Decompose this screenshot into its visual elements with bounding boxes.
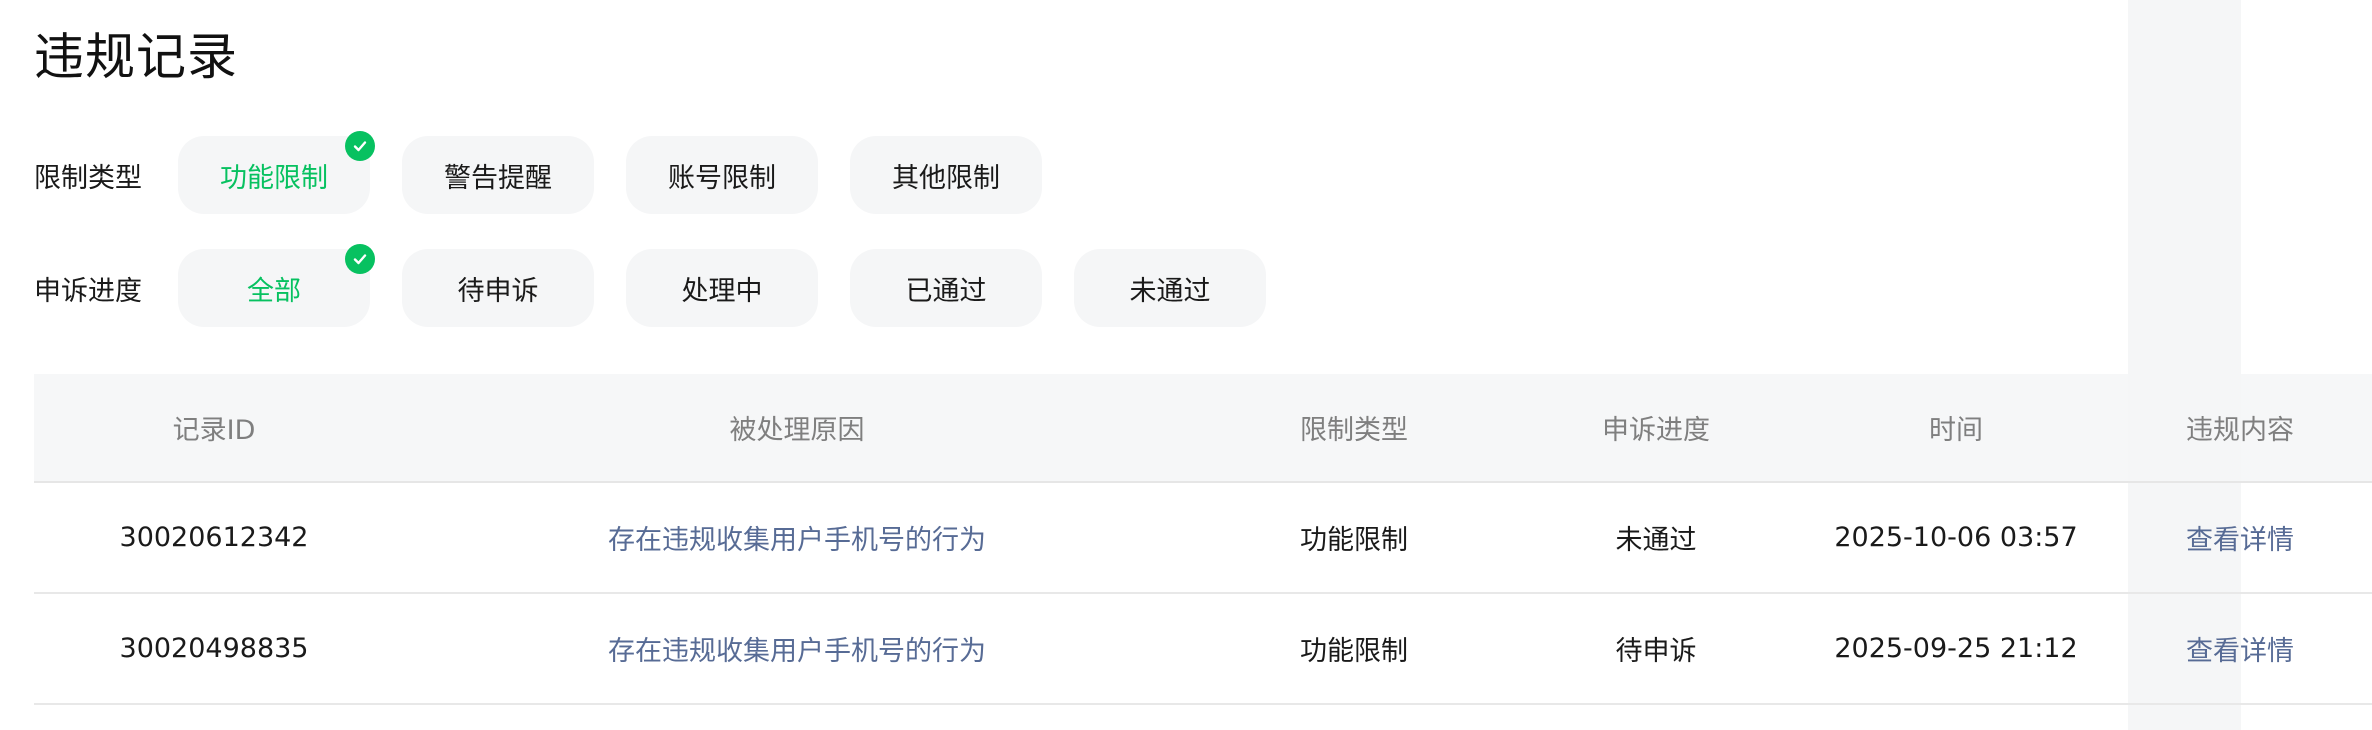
header-appeal-progress: 申诉进度	[1602, 415, 1710, 446]
restriction-type-value: 功能限制	[1300, 525, 1408, 556]
appeal-progress-value: 未通过	[1615, 525, 1697, 556]
record-id: 30020612342	[119, 522, 309, 553]
restriction-type-filter: 限制类型 功能限制 警告提醒 账号限制 其他限制	[34, 131, 1074, 214]
appeal-progress-chip-pending[interactable]: 待申诉	[402, 249, 594, 327]
restriction-type-chip-warning[interactable]: 警告提醒	[402, 136, 594, 214]
restriction-type-chip-function[interactable]: 功能限制	[178, 131, 375, 214]
header-record-id: 记录ID	[172, 415, 256, 446]
record-id: 30020498835	[119, 633, 309, 664]
check-icon	[345, 244, 375, 274]
table-row: 30020498835 存在违规收集用户手机号的行为 功能限制 待申诉 2025…	[34, 594, 2372, 705]
header-violation-content: 违规内容	[2186, 415, 2294, 446]
restriction-type-value: 功能限制	[1300, 636, 1408, 667]
chip-label: 待申诉	[457, 275, 539, 307]
violation-records-page: 违规记录 限制类型 功能限制 警告提醒 账号限制 其他限制 申诉进度 全部 待申…	[0, 0, 2372, 730]
chip-label: 警告提醒	[444, 162, 552, 194]
chip-label: 已通过	[905, 275, 987, 307]
appeal-progress-chip-rejected[interactable]: 未通过	[1074, 249, 1266, 327]
header-time: 时间	[1929, 415, 1983, 446]
appeal-progress-filter: 申诉进度 全部 待申诉 处理中 已通过 未通过	[34, 244, 1298, 327]
restriction-type-chip-account[interactable]: 账号限制	[626, 136, 818, 214]
reason-link[interactable]: 存在违规收集用户手机号的行为	[394, 518, 1200, 557]
chip-label: 全部	[247, 275, 301, 307]
violation-records-table: 记录ID 被处理原因 限制类型 申诉进度 时间 违规内容 30020612342…	[34, 374, 2372, 705]
appeal-progress-chip-processing[interactable]: 处理中	[626, 249, 818, 327]
appeal-progress-chip-all[interactable]: 全部	[178, 244, 375, 327]
appeal-progress-label: 申诉进度	[34, 275, 142, 307]
table-header: 记录ID 被处理原因 限制类型 申诉进度 时间 违规内容	[34, 374, 2372, 483]
view-details-link[interactable]: 查看详情	[2108, 518, 2372, 557]
time-value: 2025-10-06 03:57	[1834, 522, 2078, 553]
restriction-type-label: 限制类型	[34, 162, 142, 194]
appeal-progress-value: 待申诉	[1615, 636, 1697, 667]
page-title: 违规记录	[34, 28, 238, 86]
chip-label: 处理中	[681, 275, 763, 307]
reason-link[interactable]: 存在违规收集用户手机号的行为	[394, 629, 1200, 668]
chip-label: 功能限制	[220, 162, 328, 194]
check-icon	[345, 131, 375, 161]
restriction-type-chip-other[interactable]: 其他限制	[850, 136, 1042, 214]
chip-label: 其他限制	[892, 162, 1000, 194]
chip-label: 未通过	[1129, 275, 1211, 307]
chip-label: 账号限制	[668, 162, 776, 194]
time-value: 2025-09-25 21:12	[1834, 633, 2078, 664]
view-details-link[interactable]: 查看详情	[2108, 629, 2372, 668]
header-restriction-type: 限制类型	[1300, 415, 1408, 446]
appeal-progress-chip-passed[interactable]: 已通过	[850, 249, 1042, 327]
header-reason: 被处理原因	[729, 415, 865, 446]
table-row: 30020612342 存在违规收集用户手机号的行为 功能限制 未通过 2025…	[34, 483, 2372, 594]
